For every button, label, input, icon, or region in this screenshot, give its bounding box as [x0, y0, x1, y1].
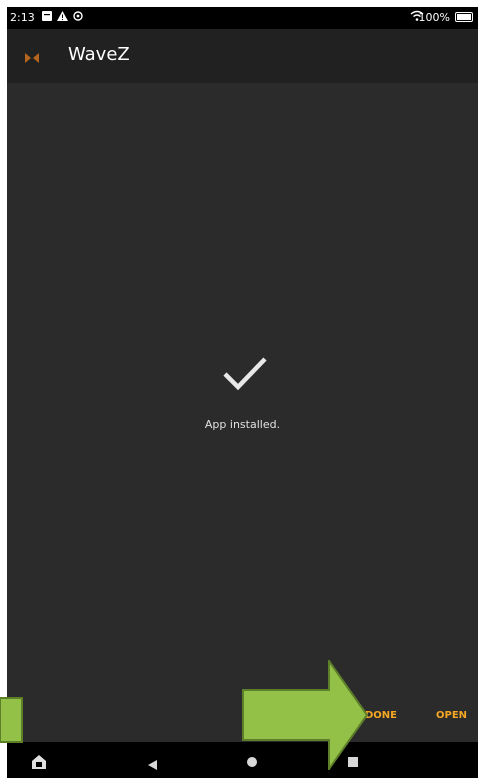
battery-charging-icon: [455, 12, 473, 22]
settings-icon: [73, 11, 83, 24]
notification-icon: [42, 11, 52, 24]
back-icon[interactable]: [146, 756, 158, 770]
green-arrow-pointing-done: [241, 657, 371, 773]
home-icon[interactable]: [31, 754, 47, 770]
install-result-panel: App installed. DONE OPEN: [7, 83, 478, 742]
green-arrow-left: [0, 693, 24, 748]
app-title: WaveZ: [68, 44, 130, 65]
battery-percentage: 100%: [418, 11, 450, 24]
install-message: App installed.: [204, 418, 281, 431]
checkmark-icon: [221, 353, 269, 393]
status-time: 2:13: [10, 11, 35, 24]
warning-icon: [57, 11, 68, 24]
status-bar: 2:13 100%: [7, 7, 478, 29]
open-button[interactable]: OPEN: [436, 710, 467, 721]
wavez-logo-icon: [25, 49, 39, 63]
app-bar: WaveZ: [7, 29, 478, 83]
